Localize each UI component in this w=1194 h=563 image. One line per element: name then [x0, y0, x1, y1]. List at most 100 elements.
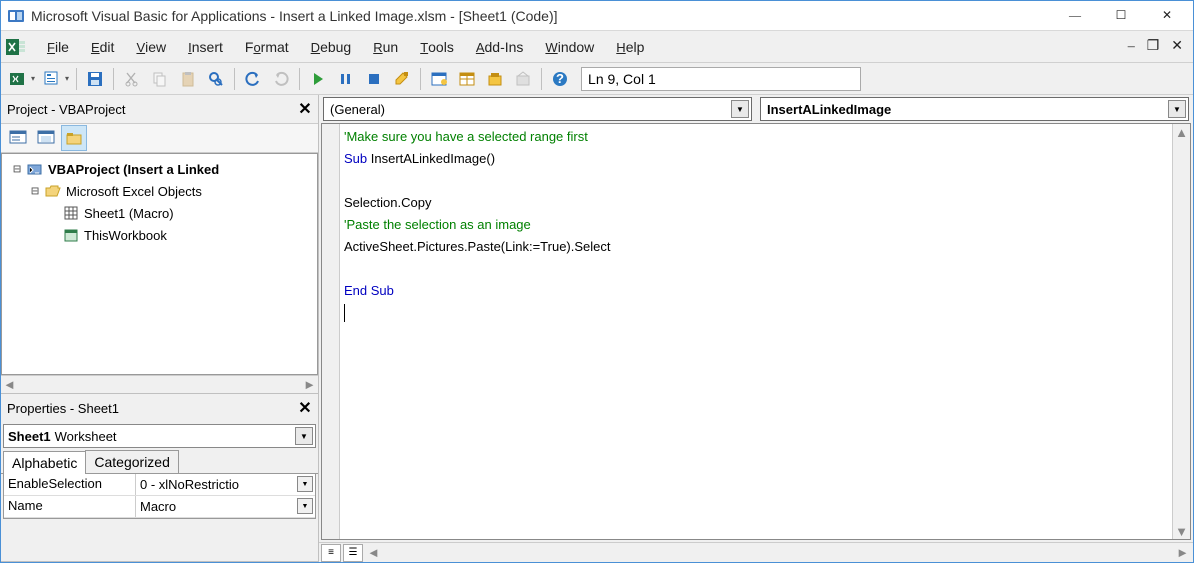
project-icon — [26, 161, 44, 177]
menu-view[interactable]: View — [128, 35, 174, 59]
dropdown-arrow-icon[interactable]: ▼ — [297, 498, 313, 514]
window-title: Microsoft Visual Basic for Applications … — [31, 8, 1055, 24]
menu-file[interactable]: File — [39, 35, 77, 59]
menu-help[interactable]: Help — [608, 35, 652, 59]
break-button[interactable] — [333, 66, 359, 92]
find-button[interactable] — [203, 66, 229, 92]
menu-run[interactable]: Run — [365, 35, 406, 59]
menu-addins[interactable]: Add-Ins — [468, 35, 532, 59]
properties-header[interactable]: Properties - Sheet1 ✕ — [1, 394, 318, 422]
menu-debug[interactable]: Debug — [303, 35, 360, 59]
tree-project-root[interactable]: ⊟ VBAProject (Insert a Linked — [4, 158, 315, 180]
horizontal-scrollbar[interactable]: ◄► — [365, 545, 1191, 561]
properties-window-button[interactable] — [454, 66, 480, 92]
maximize-button[interactable]: ☐ — [1101, 3, 1141, 29]
dropdown-arrow-icon[interactable]: ▾ — [31, 74, 37, 83]
code-window: (General) ▼ InsertALinkedImage ▼ 'Make s… — [319, 95, 1193, 562]
menu-insert[interactable]: Insert — [180, 35, 231, 59]
menu-window[interactable]: Window — [537, 35, 602, 59]
view-code-button[interactable] — [5, 125, 31, 151]
dropdown-arrow-icon[interactable]: ▼ — [1168, 100, 1186, 118]
dropdown-arrow-icon[interactable]: ▼ — [297, 476, 313, 492]
vertical-scrollbar[interactable]: ▲ ▼ — [1172, 124, 1190, 539]
code-margin[interactable] — [322, 124, 340, 539]
object-browser-button[interactable] — [482, 66, 508, 92]
undo-button[interactable] — [240, 66, 266, 92]
workbook-icon — [62, 227, 80, 243]
tree-thisworkbook[interactable]: ThisWorkbook — [4, 224, 315, 246]
toolbox-button[interactable] — [510, 66, 536, 92]
tab-categorized[interactable]: Categorized — [85, 450, 179, 473]
procedure-selector[interactable]: InsertALinkedImage ▼ — [760, 97, 1189, 121]
window-controls: — ☐ ✕ — [1055, 3, 1187, 29]
properties-title: Properties - Sheet1 — [7, 401, 119, 416]
object-selector[interactable]: (General) ▼ — [323, 97, 752, 121]
reset-button[interactable] — [361, 66, 387, 92]
property-name: EnableSelection — [4, 474, 136, 495]
combo-object-name: Sheet1 — [8, 429, 51, 444]
left-docked-column: Project - VBAProject ✕ ⊟ VBAProject (Ins… — [1, 95, 319, 562]
code-object-proc-selectors: (General) ▼ InsertALinkedImage ▼ — [319, 95, 1193, 123]
full-module-view-button[interactable]: ☰ — [343, 544, 363, 562]
properties-object-selector[interactable]: Sheet1 Worksheet ▼ — [3, 424, 316, 448]
properties-panel: Properties - Sheet1 ✕ Sheet1 Worksheet ▼… — [1, 394, 318, 562]
insert-module-button[interactable] — [39, 66, 65, 92]
tree-sheet1[interactable]: Sheet1 (Macro) — [4, 202, 315, 224]
tree-label: Microsoft Excel Objects — [64, 184, 202, 199]
scroll-up-icon[interactable]: ▲ — [1173, 124, 1190, 140]
project-horizontal-scrollbar[interactable]: ◄► — [1, 375, 318, 393]
workspace: Project - VBAProject ✕ ⊟ VBAProject (Ins… — [1, 95, 1193, 562]
code-editor[interactable]: 'Make sure you have a selected range fir… — [340, 124, 1172, 539]
save-button[interactable] — [82, 66, 108, 92]
project-explorer-header[interactable]: Project - VBAProject ✕ — [1, 95, 318, 123]
code-editor-container: 'Make sure you have a selected range fir… — [321, 123, 1191, 540]
collapse-icon[interactable]: ⊟ — [28, 184, 42, 199]
dropdown-arrow-icon[interactable]: ▼ — [731, 100, 749, 118]
collapse-icon[interactable]: ⊟ — [10, 162, 24, 177]
cursor-position-display: Ln 9, Col 1 — [581, 67, 861, 91]
mdi-restore-button[interactable]: ❐ — [1141, 38, 1166, 55]
close-button[interactable]: ✕ — [1147, 3, 1187, 29]
menu-tools[interactable]: Tools — [412, 35, 462, 59]
project-explorer-toolbar — [1, 123, 318, 153]
tab-alphabetic[interactable]: Alphabetic — [3, 451, 86, 474]
design-mode-button[interactable] — [389, 66, 415, 92]
redo-button[interactable] — [268, 66, 294, 92]
properties-close-button[interactable]: ✕ — [294, 397, 316, 419]
text-caret — [344, 304, 345, 322]
project-explorer-close-button[interactable]: ✕ — [294, 98, 316, 120]
view-excel-button[interactable] — [5, 66, 31, 92]
folder-open-icon — [44, 183, 62, 199]
help-button[interactable]: ? — [547, 66, 573, 92]
property-row[interactable]: Name Macro ▼ — [4, 496, 315, 518]
properties-tabstrip: Alphabetic Categorized — [1, 450, 318, 474]
property-row[interactable]: EnableSelection 0 - xlNoRestrictio ▼ — [4, 474, 315, 496]
paste-button[interactable] — [175, 66, 201, 92]
property-value[interactable]: 0 - xlNoRestrictio ▼ — [136, 474, 315, 495]
property-value[interactable]: Macro ▼ — [136, 496, 315, 517]
tree-folder-excel-objects[interactable]: ⊟ Microsoft Excel Objects — [4, 180, 315, 202]
project-tree[interactable]: ⊟ VBAProject (Insert a Linked ⊟ Microsof… — [1, 153, 318, 375]
minimize-button[interactable]: — — [1055, 3, 1095, 29]
scroll-down-icon[interactable]: ▼ — [1173, 523, 1190, 539]
property-name: Name — [4, 496, 136, 517]
menu-format[interactable]: Format — [237, 35, 297, 59]
project-explorer-panel: Project - VBAProject ✕ ⊟ VBAProject (Ins… — [1, 95, 318, 394]
menu-edit[interactable]: Edit — [83, 35, 122, 59]
dropdown-arrow-icon[interactable]: ▾ — [65, 74, 71, 83]
code-bottom-bar: ≡ ☰ ◄► — [319, 542, 1193, 562]
mdi-minimize-button[interactable]: – — [1122, 39, 1141, 55]
vba-app-icon — [7, 7, 25, 25]
run-button[interactable] — [305, 66, 331, 92]
project-explorer-button[interactable] — [426, 66, 452, 92]
tree-label: ThisWorkbook — [82, 228, 167, 243]
mdi-close-button[interactable]: ✕ — [1165, 38, 1189, 55]
procedure-view-button[interactable]: ≡ — [321, 544, 341, 562]
toggle-folders-button[interactable] — [61, 125, 87, 151]
view-object-button[interactable] — [33, 125, 59, 151]
properties-grid[interactable]: EnableSelection 0 - xlNoRestrictio ▼ Nam… — [3, 474, 316, 519]
copy-button[interactable] — [147, 66, 173, 92]
dropdown-arrow-icon[interactable]: ▼ — [295, 427, 313, 445]
standard-toolbar: ▾ ▾ ? Ln 9, Col 1 — [1, 63, 1193, 95]
cut-button[interactable] — [119, 66, 145, 92]
